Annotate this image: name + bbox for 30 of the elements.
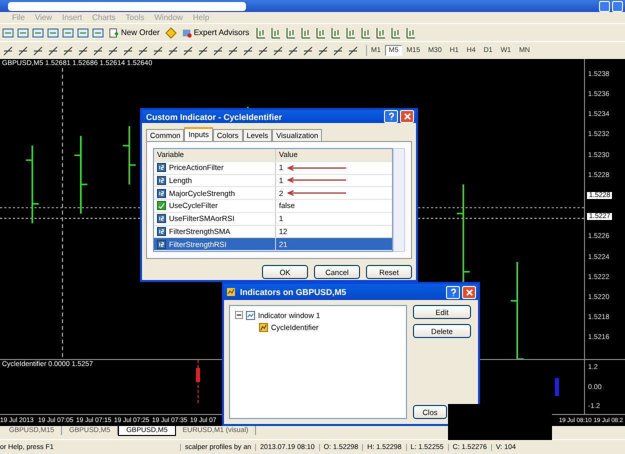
diamond-icon[interactable] <box>164 26 177 38</box>
close-icon <box>464 288 474 296</box>
integer-type-icon <box>157 226 166 236</box>
close-button[interactable] <box>462 286 476 298</box>
minimize-button[interactable] <box>599 0 610 12</box>
new-order-button[interactable]: New Order <box>107 28 162 38</box>
integer-type-icon <box>157 214 166 224</box>
dialog-title: Custom Indicator - CycleIdentifier <box>145 112 282 122</box>
question-mark-icon <box>386 112 396 121</box>
order-icon <box>109 28 119 38</box>
integer-type-icon <box>157 163 166 172</box>
close-icon <box>402 112 412 121</box>
dialog-title: Indicators on GBPUSD,M5 <box>239 287 346 297</box>
collapse-icon[interactable] <box>235 311 243 319</box>
help-button[interactable] <box>384 110 398 123</box>
integer-type-icon <box>157 188 166 198</box>
maximize-button[interactable] <box>612 0 623 12</box>
indicator-bar-drawing <box>555 378 559 396</box>
expert-advisors-button[interactable]: Expert Advisors <box>180 28 252 38</box>
bar-chart-icon[interactable] <box>254 26 266 38</box>
scrollbar[interactable] <box>393 148 405 252</box>
help-button[interactable] <box>446 286 460 298</box>
indicator-window-icon <box>226 287 236 297</box>
indicator-bar-drawing <box>196 360 200 404</box>
integer-type-icon <box>157 176 166 185</box>
close-button[interactable] <box>400 110 414 123</box>
chart-window-icon <box>246 310 255 320</box>
boolean-type-icon <box>157 201 166 210</box>
integer-type-icon <box>157 240 166 249</box>
question-mark-icon <box>448 288 458 296</box>
